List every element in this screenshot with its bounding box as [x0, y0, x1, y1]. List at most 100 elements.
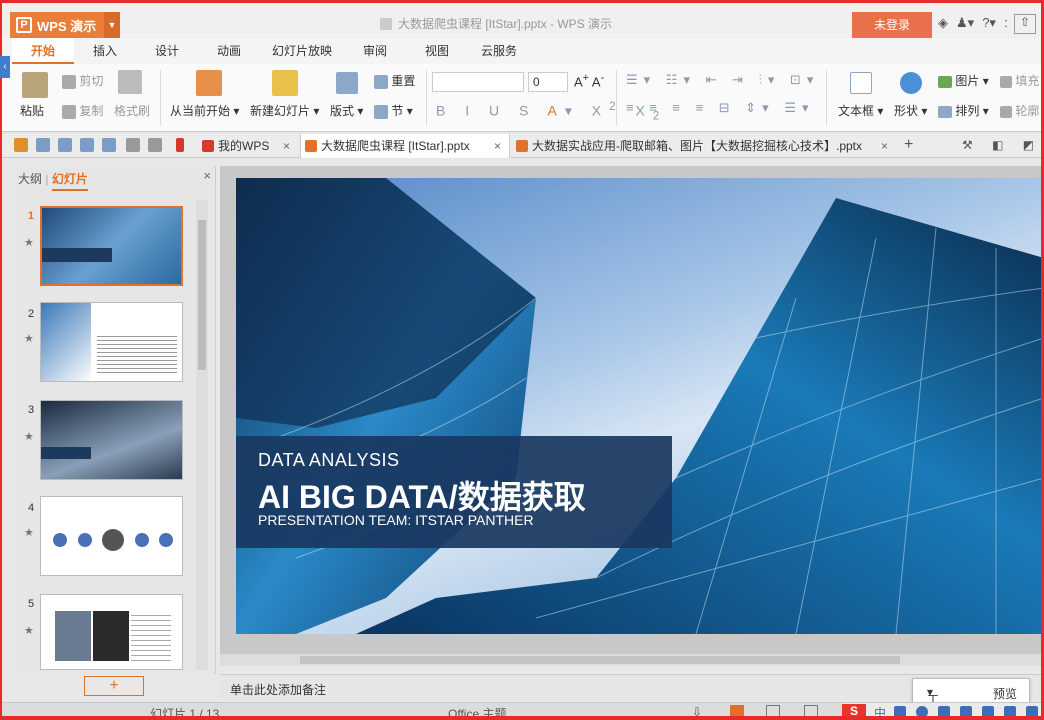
add-slide-button[interactable]: + — [84, 676, 144, 696]
panel-scrollbar[interactable] — [196, 200, 208, 670]
arrange-button[interactable]: 排列 ▾ — [938, 102, 989, 119]
thumb-banner — [42, 248, 112, 262]
panel-tabs: 大纲 | 幻灯片 — [18, 170, 88, 191]
arrange-icon — [938, 105, 952, 118]
slide-thumbnail-2[interactable] — [40, 302, 183, 382]
doc-tab-current[interactable]: 大数据爬虫课程 [ItStar].pptx × — [300, 134, 510, 158]
login-button[interactable]: 未登录 — [852, 12, 932, 38]
horizontal-scrollbar[interactable] — [220, 654, 1044, 666]
tab-cloud[interactable]: 云服务 — [468, 38, 530, 64]
tab-view[interactable]: 视图 — [406, 38, 468, 64]
close-icon[interactable]: × — [881, 134, 888, 158]
close-icon[interactable]: × — [203, 168, 211, 183]
document-tab-bar: 我的WPS × 大数据爬虫课程 [ItStar].pptx × 大数据实战应用-… — [0, 134, 1044, 158]
tab-review[interactable]: 审阅 — [344, 38, 406, 64]
cut-button[interactable]: 剪切 — [62, 72, 103, 89]
shape-button[interactable]: 形状 ▾ — [894, 102, 927, 119]
open-icon[interactable] — [14, 138, 28, 152]
close-icon[interactable]: × — [283, 134, 290, 158]
tab-slideshow[interactable]: 幻灯片放映 — [260, 38, 344, 64]
new-slide-button[interactable]: 新建幻灯片 ▾ — [250, 102, 319, 119]
format-painter-button[interactable]: 格式刷 — [114, 102, 150, 119]
app-menu-button[interactable]: P WPS 演示 ▼ — [10, 12, 120, 38]
tab-bar-tools[interactable]: ⚒ ◧ ◩ ◯ — [962, 138, 1044, 152]
minimize-icon[interactable]: : — [1004, 15, 1008, 31]
slide-team-text[interactable]: PRESENTATION TEAM: ITSTAR PANTHER — [258, 512, 534, 528]
tab-insert[interactable]: 插入 — [74, 38, 136, 64]
print-icon[interactable] — [80, 138, 94, 152]
tab-design[interactable]: 设计 — [136, 38, 198, 64]
thumb-table — [55, 611, 91, 661]
outline-label: 轮廓 — [1015, 104, 1040, 118]
picture-button[interactable]: 图片 ▾ — [938, 72, 989, 89]
slide-thumbnail-4[interactable] — [40, 496, 183, 576]
slide-thumbnail-1[interactable] — [40, 206, 183, 286]
align-buttons[interactable]: ≡ ≡ ≡ ≡ ⊟ ⇕▾ ☰▾ — [626, 100, 815, 116]
ribbon-divider — [826, 70, 827, 126]
close-icon[interactable]: × — [494, 134, 501, 158]
font-color-icon[interactable]: A — [547, 103, 564, 119]
ribbon-divider — [426, 70, 427, 126]
fill-label: 填充 — [1015, 74, 1040, 88]
play-from-current-button[interactable]: 从当前开始 ▾ — [170, 102, 239, 119]
chinese-mode-icon[interactable]: 中 — [874, 704, 886, 720]
new-tab-icon[interactable]: + — [904, 136, 913, 154]
shirt-icon[interactable]: ♟▾ — [956, 15, 974, 31]
doc-tab-other[interactable]: 大数据实战应用-爬取邮箱、图片【大数据挖掘核心技术】.pptx × — [512, 134, 896, 158]
title-icons: ◈ ♟▾ ?▾ : — [938, 15, 1008, 31]
tab-outline[interactable]: 大纲 — [18, 172, 42, 186]
shape-icon[interactable] — [900, 72, 922, 94]
font-size-select[interactable]: 0 — [528, 72, 568, 92]
ribbon-divider — [160, 70, 161, 126]
slide-thumbnail-3[interactable] — [40, 400, 183, 480]
notes-placeholder[interactable]: 单击此处添加备注 — [230, 681, 326, 698]
doc-tab-label: 大数据爬虫课程 [ItStar].pptx — [321, 139, 470, 153]
tab-animation[interactable]: 动画 — [198, 38, 260, 64]
upload-icon[interactable]: ⇧ — [1014, 14, 1036, 34]
section-button[interactable]: 节 ▾ — [374, 102, 413, 119]
slide-thumbnail-5[interactable] — [40, 594, 183, 670]
slide-number: 4 — [28, 502, 35, 514]
export-pdf-icon[interactable] — [58, 138, 72, 152]
paste-button[interactable]: 粘贴 — [20, 102, 44, 119]
layout-icon[interactable] — [336, 72, 358, 94]
grow-font-icon[interactable]: A+ A- — [574, 72, 604, 89]
layout-button[interactable]: 版式 ▾ — [330, 102, 363, 119]
textbox-icon[interactable] — [850, 72, 872, 94]
undo-icon[interactable] — [126, 138, 140, 152]
play-icon[interactable] — [196, 70, 222, 96]
slide-subtitle[interactable]: DATA ANALYSIS — [258, 450, 400, 471]
tab-home[interactable]: 开始 — [12, 38, 74, 64]
copy-label: 复制 — [79, 104, 104, 118]
list-buttons[interactable]: ☰▾ ☷▾ ⇤ ⇥ ⫶▾ ⊡▾ — [626, 72, 819, 88]
quick-access-dropdown-icon[interactable] — [176, 138, 184, 152]
fill-button[interactable]: 填充 — [1000, 72, 1039, 89]
font-name-select[interactable] — [432, 72, 524, 92]
tab-slides[interactable]: 幻灯片 — [51, 172, 88, 191]
reset-label: 重置 — [391, 74, 416, 88]
tools-button[interactable]: 工具 ▾ — [927, 685, 939, 720]
textbox-button[interactable]: 文本框 ▾ — [838, 102, 883, 119]
copy-button[interactable]: 复制 — [62, 102, 103, 119]
doc-tab-mywps[interactable]: 我的WPS × — [198, 134, 298, 158]
print-preview-icon[interactable] — [102, 138, 116, 152]
side-collapse-button[interactable]: ‹ — [0, 56, 10, 78]
paste-icon[interactable] — [22, 72, 48, 98]
layout-label: 版式 — [330, 104, 355, 118]
outline-button[interactable]: 轮廓 — [1000, 102, 1039, 119]
slides-panel: 大纲 | 幻灯片 × 1 ★ 2 ★ 3 ★ 4 ★ 5 ★ + — [14, 166, 216, 696]
chevron-down-icon[interactable]: ▼ — [104, 12, 120, 38]
save-icon[interactable] — [36, 138, 50, 152]
reset-button[interactable]: 重置 — [374, 72, 415, 89]
preview-button[interactable]: 预览 — [993, 685, 1017, 702]
scroll-thumb[interactable] — [198, 220, 206, 370]
ribbon-home: 粘贴 剪切 复制 格式刷 从当前开始 ▾ 新建幻灯片 ▾ 版式 ▾ 重置 节 ▾… — [0, 64, 1044, 132]
redo-icon[interactable] — [148, 138, 162, 152]
slide-1-editor[interactable]: DATA ANALYSIS AI BIG DATA/数据获取 PRESENTAT… — [236, 178, 1044, 634]
skin-icon[interactable]: ◈ — [938, 15, 948, 31]
format-painter-icon[interactable] — [118, 70, 142, 94]
help-icon[interactable]: ?▾ — [982, 15, 996, 31]
new-slide-icon[interactable] — [272, 70, 298, 96]
recording-border — [0, 716, 1044, 720]
scroll-thumb[interactable] — [300, 656, 900, 664]
